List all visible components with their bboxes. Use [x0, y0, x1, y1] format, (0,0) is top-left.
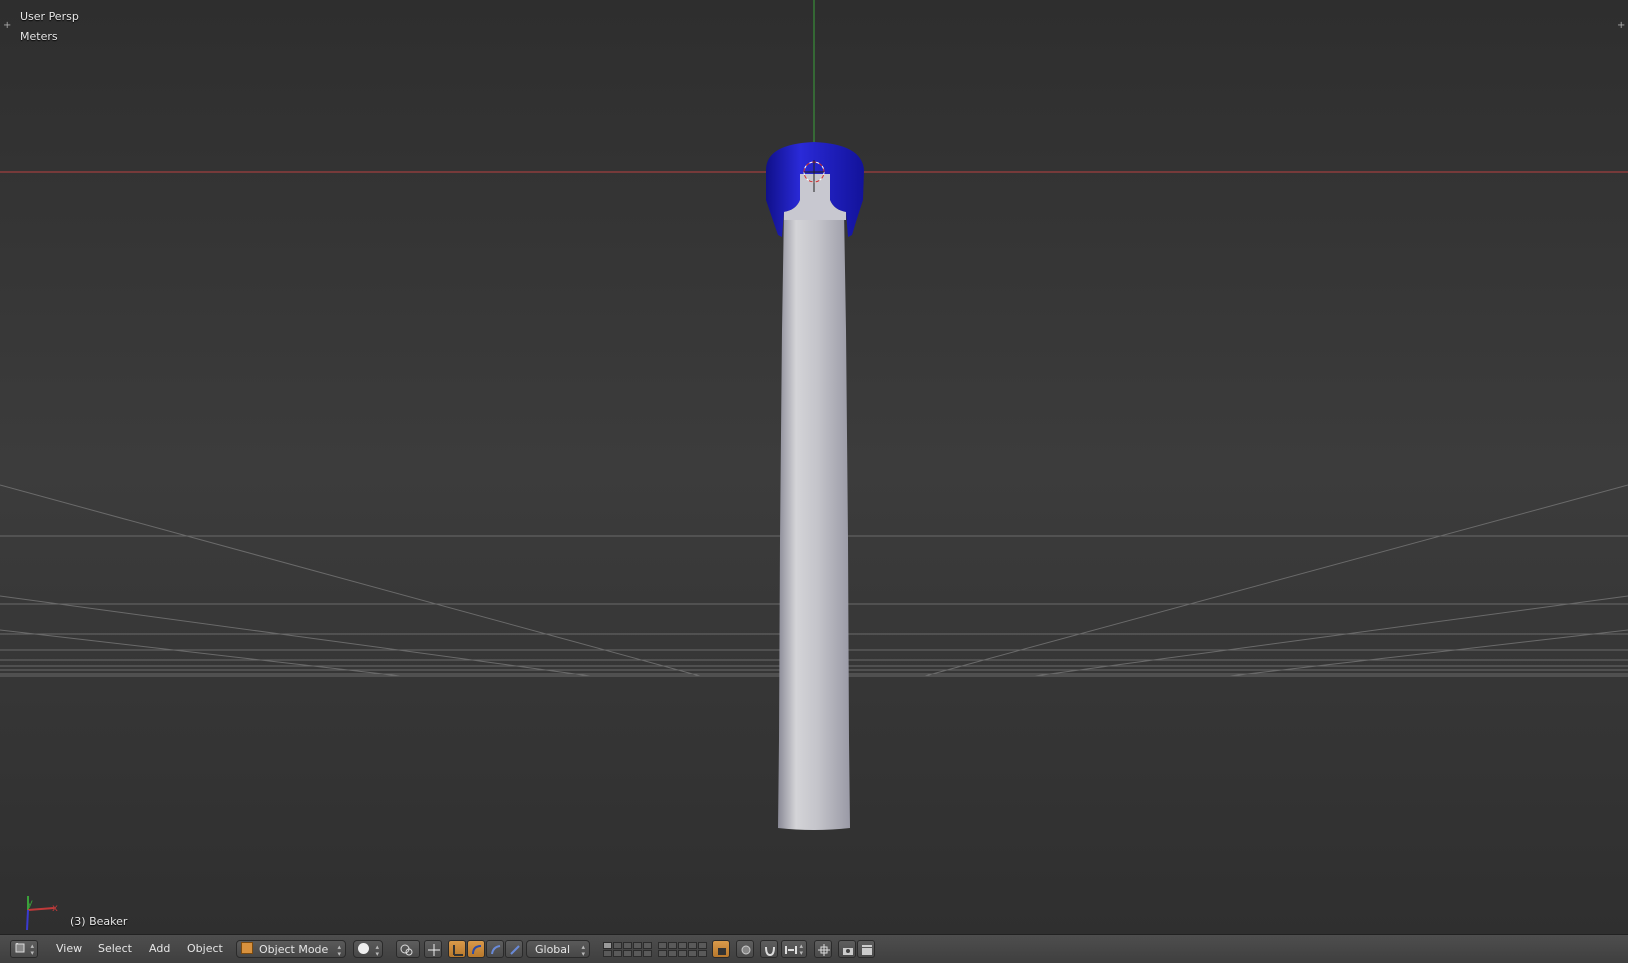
magnet-icon — [765, 946, 775, 957]
snap-increment-icon — [785, 946, 797, 954]
lock-camera-button[interactable] — [712, 940, 730, 958]
layers-group-1[interactable] — [603, 942, 652, 957]
orientation-label: Global — [535, 943, 571, 956]
pivot-icon — [400, 944, 413, 956]
translate-icon — [453, 945, 463, 956]
pivot-point-button[interactable] — [396, 940, 420, 958]
rotate-icon — [472, 945, 482, 955]
region-split-left-icon[interactable]: + — [3, 20, 11, 31]
cube-icon — [241, 942, 253, 954]
manipulator-icon — [428, 944, 440, 956]
proportional-icon — [741, 945, 751, 955]
menu-object[interactable]: Object — [182, 940, 228, 958]
sphere-icon — [358, 943, 369, 954]
menu-add[interactable]: Add — [144, 940, 175, 958]
region-split-right-icon[interactable]: + — [1617, 20, 1625, 31]
layers-group-2[interactable] — [658, 942, 707, 957]
manipulator-toggle-button[interactable] — [424, 940, 442, 958]
snap-target-icon — [818, 944, 830, 956]
opengl-animation-button[interactable] — [857, 940, 875, 958]
scale-icon — [491, 945, 501, 955]
axis-label-y: y — [27, 898, 33, 909]
orientation-dropdown[interactable]: Global ▴ ▾ — [526, 940, 590, 958]
lock-icon — [718, 948, 726, 955]
transform-icon — [510, 945, 520, 955]
transform-button[interactable] — [505, 940, 523, 958]
beaker-object[interactable] — [766, 142, 864, 830]
opengl-render-button[interactable] — [838, 940, 856, 958]
menu-select[interactable]: Select — [93, 940, 137, 958]
proportional-editing-button[interactable] — [736, 940, 754, 958]
viewport-header: ▴ ▾ View Select Add Object Object Mode ▴ ▾… — [0, 934, 1628, 963]
snap-target-button[interactable] — [814, 940, 832, 958]
mode-dropdown[interactable]: Object Mode ▴ ▾ — [236, 940, 346, 958]
shading-dropdown[interactable]: ▴ ▾ — [353, 940, 383, 958]
menu-view[interactable]: View — [51, 940, 87, 958]
clapper-icon — [862, 945, 872, 955]
translate-button[interactable] — [448, 940, 466, 958]
camera-icon — [843, 948, 853, 955]
axis-label-x: x — [52, 903, 58, 914]
scene-canvas[interactable]: y x — [0, 0, 1628, 934]
snap-element-button[interactable]: ▴ ▾ — [781, 940, 807, 958]
axis-gizmo-icon: y x — [26, 896, 58, 931]
editor-type-button[interactable]: ▴ ▾ — [10, 940, 38, 958]
view-name-label: User Persp — [20, 10, 79, 23]
object-info-label: (3) Beaker — [70, 915, 128, 928]
units-label: Meters — [20, 30, 58, 43]
scale-button[interactable] — [486, 940, 504, 958]
rotate-button[interactable] — [467, 940, 485, 958]
3d-viewport[interactable]: y x User Persp Meters (3) Beaker + + — [0, 0, 1628, 934]
mode-label: Object Mode — [259, 943, 329, 956]
snap-toggle-button[interactable] — [760, 940, 778, 958]
